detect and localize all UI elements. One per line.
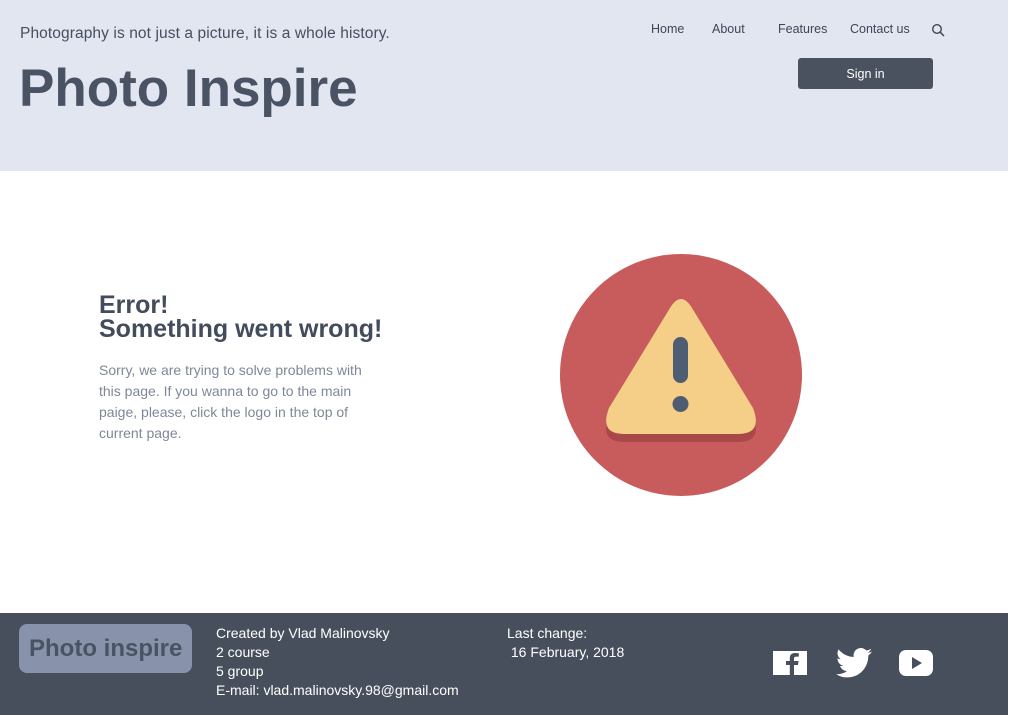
credits-email: E-mail: vlad.malinovsky.98@gmail.com [216, 682, 459, 698]
twitter-icon[interactable] [836, 648, 872, 678]
footer-credits: Created by Vlad Malinovsky 2 course 5 gr… [216, 624, 459, 700]
credits-author: Created by Vlad Malinovsky [216, 625, 390, 641]
error-message: Sorry, we are trying to solve problems w… [99, 362, 362, 441]
nav-contact-link[interactable]: Contact us [850, 22, 910, 36]
site-logo[interactable]: Photo Inspire [19, 62, 358, 115]
error-heading-line1: Error! [99, 291, 169, 319]
nav-home-link[interactable]: Home [651, 22, 684, 36]
error-heading: Error! Something went wrong! [99, 291, 383, 343]
nav-features-link[interactable]: Features [778, 22, 827, 36]
site-header: Photography is not just a picture, it is… [0, 0, 1008, 171]
last-change: Last change: 16 February, 2018 [507, 624, 624, 662]
last-change-label: Last change: [507, 625, 588, 641]
site-footer: Photo inspire Created by Vlad Malinovsky… [0, 613, 1008, 715]
main-nav: Home About Features Contact us [0, 22, 1008, 40]
page: Photography is not just a picture, it is… [0, 0, 1009, 715]
credits-course: 2 course [216, 644, 270, 660]
footer-logo[interactable]: Photo inspire [19, 624, 192, 673]
last-change-date: 16 February, 2018 [507, 644, 625, 660]
search-icon[interactable] [931, 23, 945, 37]
sign-in-button[interactable]: Sign in [798, 58, 933, 89]
facebook-icon[interactable] [773, 649, 807, 677]
nav-about-link[interactable]: About [712, 22, 745, 36]
youtube-icon[interactable] [899, 649, 933, 677]
error-heading-line2: Something went wrong! [99, 315, 383, 343]
credits-group: 5 group [216, 663, 264, 679]
warning-triangle-icon [560, 254, 802, 496]
